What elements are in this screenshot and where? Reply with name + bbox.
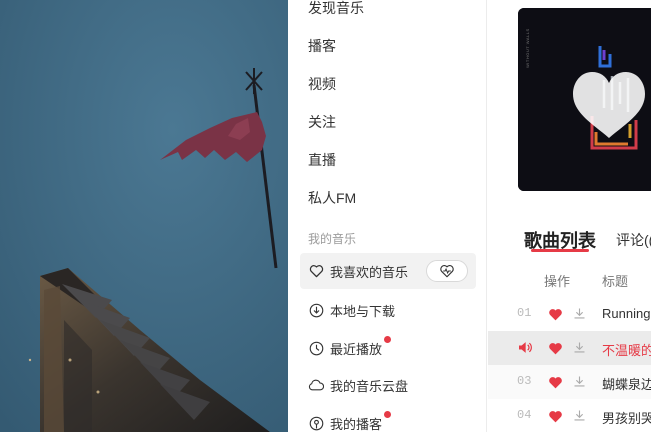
song-title: 男孩别哭 xyxy=(602,411,651,426)
sidebar-item-local-download[interactable]: 本地与下载 xyxy=(300,292,476,328)
sidebar-item-my-podcast[interactable]: 我的播客 xyxy=(300,405,476,432)
my-music-section-label: 我的音乐 xyxy=(308,232,357,246)
song-title: 蝴蝶泉边 xyxy=(602,377,651,392)
song-index: 03 xyxy=(517,374,532,388)
main-panel: WITHOUT WALLS 歌曲列表 评论(( 操作 标题 01 Running… xyxy=(488,0,651,432)
download-icon[interactable] xyxy=(572,408,587,428)
speaker-icon xyxy=(517,340,533,360)
song-row[interactable]: 03 蝴蝶泉边 xyxy=(488,365,651,399)
tab-active-indicator xyxy=(531,249,589,252)
liked-heart-icon[interactable] xyxy=(548,342,563,360)
tab-comments[interactable]: 评论(( xyxy=(616,230,651,250)
heart-outline-icon xyxy=(308,263,324,279)
notification-dot xyxy=(384,410,392,418)
nav-private-fm[interactable]: 私人FM xyxy=(308,189,356,207)
playlist-cover[interactable]: WITHOUT WALLS xyxy=(518,8,651,191)
sidebar: 发现音乐 播客 视频 关注 直播 私人FM 我的音乐 我喜欢的音乐 本地与下载 … xyxy=(288,0,487,432)
song-title: Running xyxy=(602,306,651,321)
nav-follow[interactable]: 关注 xyxy=(308,113,336,131)
download-icon[interactable] xyxy=(572,306,587,326)
heart-mode-button[interactable] xyxy=(426,260,468,282)
sidebar-item-liked-music[interactable]: 我喜欢的音乐 xyxy=(300,253,476,289)
sidebar-item-label: 我的播客 xyxy=(330,410,392,432)
song-row[interactable]: 01 Running xyxy=(488,297,651,331)
sidebar-item-label: 我的音乐云盘 xyxy=(330,378,409,394)
song-row[interactable]: 04 男孩别哭 xyxy=(488,399,651,432)
artwork-illustration xyxy=(0,0,288,432)
nav-discover-music[interactable]: 发现音乐 xyxy=(308,0,364,17)
sidebar-item-label: 我喜欢的音乐 xyxy=(330,264,409,280)
podcast-icon xyxy=(308,415,324,431)
nav-podcast[interactable]: 播客 xyxy=(308,37,336,55)
cover-caption: WITHOUT WALLS xyxy=(525,28,530,68)
download-icon[interactable] xyxy=(572,374,587,394)
nav-live[interactable]: 直播 xyxy=(308,151,336,169)
song-index: 04 xyxy=(517,408,532,422)
liked-heart-icon[interactable] xyxy=(548,376,563,394)
column-header-title[interactable]: 标题 xyxy=(602,271,628,290)
cloud-icon xyxy=(308,377,324,393)
liked-heart-icon[interactable] xyxy=(548,410,563,428)
background-artwork xyxy=(0,0,288,432)
download-circle-icon xyxy=(308,302,324,318)
sidebar-item-cloud-disk[interactable]: 我的音乐云盘 xyxy=(300,367,476,403)
song-row-playing[interactable]: 不温暖的 xyxy=(488,331,651,365)
sidebar-item-label: 最近播放 xyxy=(330,335,392,358)
download-icon[interactable] xyxy=(572,340,587,360)
sidebar-item-label: 本地与下载 xyxy=(330,303,396,319)
song-title: 不温暖的 xyxy=(602,343,651,358)
sidebar-item-recent-play[interactable]: 最近播放 xyxy=(300,330,476,366)
column-header-action[interactable]: 操作 xyxy=(544,271,570,290)
nav-video[interactable]: 视频 xyxy=(308,75,336,93)
song-index: 01 xyxy=(517,306,532,320)
liked-heart-icon[interactable] xyxy=(548,308,563,326)
heart-mode-icon xyxy=(439,264,455,278)
notification-dot xyxy=(384,335,392,343)
clock-icon xyxy=(308,340,324,356)
cover-artwork xyxy=(518,8,651,191)
